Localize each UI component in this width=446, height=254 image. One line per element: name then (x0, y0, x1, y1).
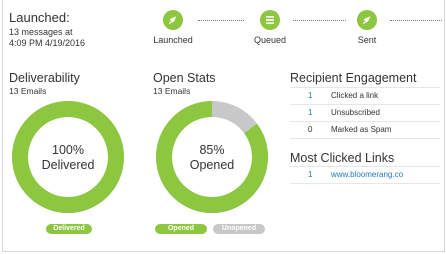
engagement-row: 1 Unsubscribed (290, 104, 440, 121)
clicked-link[interactable]: www.bloomerang.co (331, 167, 403, 183)
clicked-count[interactable]: 1 (308, 88, 312, 104)
legend-opened: Opened (155, 224, 207, 234)
unsubscribed-label: Unsubscribed (331, 108, 380, 117)
rocket-icon (362, 15, 371, 25)
step-launched-label: Launched (153, 35, 193, 45)
step-connector (293, 20, 346, 21)
step-queued (260, 10, 280, 30)
spam-label: Marked as Spam (331, 125, 392, 134)
step-queued-label: Queued (253, 35, 287, 45)
step-launched (163, 10, 183, 30)
step-connector (198, 20, 244, 21)
legend-delivered: Delivered (46, 224, 92, 234)
launched-subtitle: 13 messages at 4:09 PM 4/19/2016 (9, 27, 85, 49)
step-sent-label: Sent (357, 35, 377, 45)
open-stats-title: Open Stats (153, 71, 216, 85)
engagement-row: 1 Clicked a link (290, 87, 440, 104)
deliverability-center: 100% Delivered (11, 143, 125, 173)
unsubscribed-count[interactable]: 1 (308, 105, 312, 121)
link-click-count[interactable]: 1 (308, 167, 312, 183)
delivered-label: Delivered (41, 158, 95, 172)
rocket-icon (168, 15, 177, 25)
list-icon (266, 16, 274, 24)
opened-percent: 85% (199, 143, 225, 157)
spam-count: 0 (308, 125, 313, 134)
engagement-row: 0 Marked as Spam (290, 121, 440, 139)
step-sent (357, 10, 377, 30)
message-count: 13 messages at (9, 27, 73, 37)
launched-title: Launched: (9, 10, 70, 25)
legend-unopened: Unopened (213, 224, 265, 234)
deliverability-title: Deliverability (9, 71, 80, 85)
engagement-title: Recipient Engagement (290, 71, 417, 85)
clicked-label: Clicked a link (331, 91, 379, 100)
delivered-percent: 100% (52, 143, 84, 157)
launch-timestamp: 4:09 PM 4/19/2016 (9, 38, 86, 48)
opened-label: Opened (189, 158, 235, 172)
deliverability-subtitle: 13 Emails (9, 86, 47, 96)
open-stats-subtitle: 13 Emails (153, 86, 191, 96)
most-clicked-title: Most Clicked Links (290, 151, 395, 165)
most-clicked-row: 1 www.bloomerang.co (290, 166, 440, 184)
open-stats-center: 85% Opened (155, 143, 269, 173)
step-connector (390, 20, 442, 21)
